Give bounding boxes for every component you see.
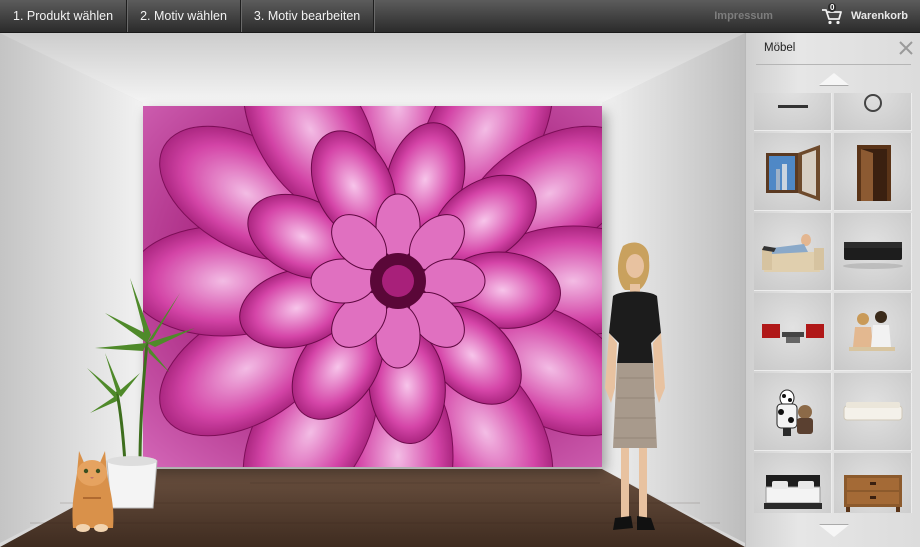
furniture-panel: Möbel: [745, 33, 920, 547]
furniture-item-partial[interactable]: [754, 93, 832, 131]
person-on-sofa-icon: [761, 233, 824, 272]
furniture-item-window[interactable]: [754, 133, 832, 211]
cat-icon: [72, 451, 114, 532]
cart-label: Warenkorb: [850, 10, 908, 22]
standing-woman-icon: [605, 242, 665, 530]
furniture-item-bed[interactable]: [754, 453, 832, 513]
scroll-down-arrow-icon[interactable]: [819, 525, 849, 537]
step-choose-motif[interactable]: 2. Motiv wählen: [127, 0, 241, 32]
partial-clock-icon: [863, 93, 882, 112]
step-edit-motif[interactable]: 3. Motiv bearbeiten: [241, 0, 375, 32]
white-sofa-icon: [843, 401, 902, 420]
wallpaper-motif[interactable]: [143, 106, 602, 467]
wooden-dresser-icon: [843, 474, 902, 512]
door-icon: [856, 144, 891, 201]
partial-item-icon: [777, 104, 808, 108]
couple-sitting-icon: [848, 310, 895, 351]
step-choose-product[interactable]: 1. Produkt wählen: [0, 0, 128, 32]
close-icon[interactable]: [898, 40, 914, 56]
red-chairs-table-icon: [761, 323, 824, 343]
furniture-item-white-sofa[interactable]: [834, 373, 912, 451]
furniture-item-person-sofa[interactable]: [754, 213, 832, 291]
room-preview: [0, 33, 745, 547]
furniture-item-couple[interactable]: [834, 293, 912, 371]
panel-divider: [756, 64, 911, 65]
scroll-up-arrow-icon[interactable]: [819, 73, 849, 85]
furniture-item-red-chairs[interactable]: [754, 293, 832, 371]
pink-dahlia-flower-image: [143, 106, 602, 467]
furniture-item-clock[interactable]: [834, 93, 912, 131]
cart-button[interactable]: 0 Warenkorb: [821, 0, 920, 32]
top-navigation-bar: 1. Produkt wählen 2. Motiv wählen 3. Mot…: [0, 0, 920, 33]
dogs-icon: [776, 389, 813, 436]
furniture-item-dresser[interactable]: [834, 453, 912, 513]
black-sofa-icon: [842, 241, 903, 269]
furniture-grid: [754, 93, 914, 513]
furniture-item-door[interactable]: [834, 133, 912, 211]
furniture-item-black-sofa[interactable]: [834, 213, 912, 291]
furniture-item-dogs[interactable]: [754, 373, 832, 451]
panel-title: Möbel: [764, 42, 796, 54]
bed-icon: [763, 474, 822, 509]
window-icon: [765, 144, 820, 201]
shopping-cart-icon: 0: [821, 3, 843, 25]
panel-header: Möbel: [754, 33, 914, 63]
impressum-link[interactable]: Impressum: [714, 0, 821, 32]
